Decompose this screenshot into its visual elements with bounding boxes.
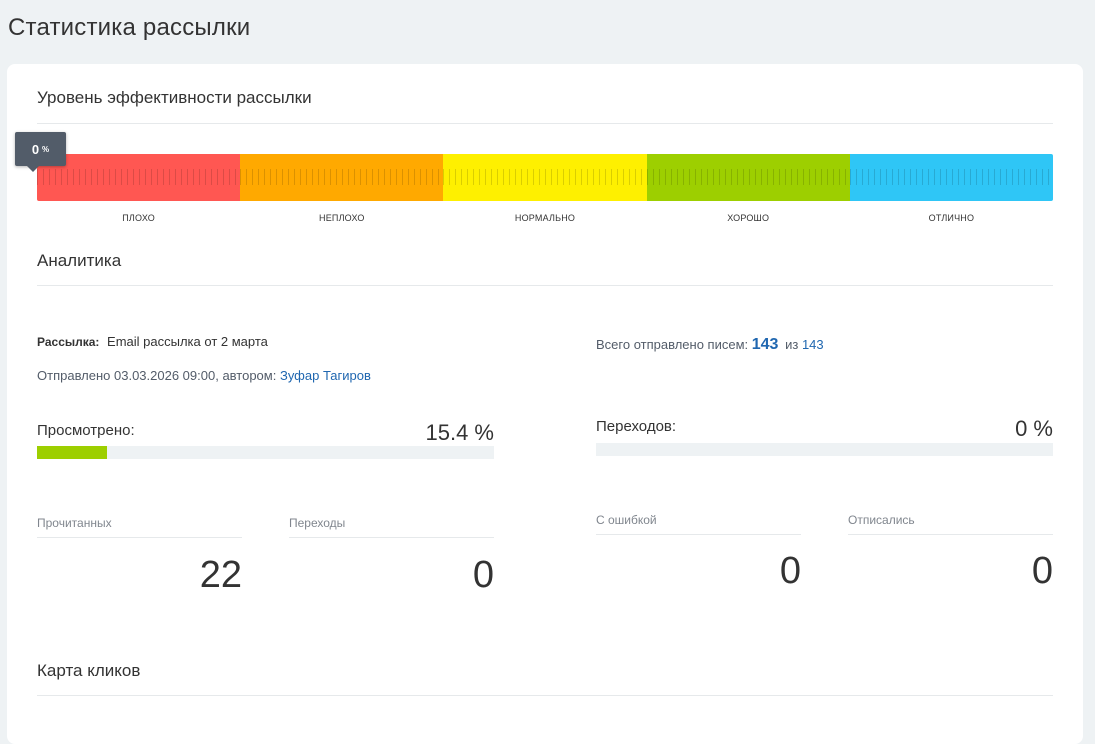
stat-value-errors: 0 [779, 550, 801, 592]
mailing-name: Email рассылка от 2 марта [107, 334, 268, 349]
viewed-progress-bar [37, 446, 494, 459]
clicks-label: Переходов: [596, 418, 677, 435]
divider [37, 285, 1053, 286]
clicks-value: 0 % [1015, 416, 1053, 441]
statistics-card: Уровень эффективности рассылки 0% ПЛОХО … [7, 64, 1083, 744]
sent-info: Отправлено 03.03.2026 09:00, автором: Зу… [37, 368, 371, 383]
analytics-section-title: Аналитика [37, 251, 122, 270]
scale-labels: ПЛОХО НЕПЛОХО НОРМАЛЬНО ХОРОШО ОТЛИЧНО [37, 213, 1053, 223]
scale-segment-not-bad [240, 154, 444, 201]
scale-segment-bad [37, 154, 241, 201]
divider [37, 695, 1053, 696]
author-link[interactable]: Зуфар Тагиров [280, 368, 371, 383]
stat-value-clicks: 0 [472, 554, 494, 596]
stat-label-unsubscribed: Отписались [848, 513, 1053, 535]
stat-label-errors: С ошибкой [596, 513, 801, 535]
click-map-section-title: Карта кликов [37, 661, 141, 680]
divider [37, 123, 1053, 124]
total-sent-info: Всего отправлено писем: 143 из 143 [596, 336, 824, 354]
page-title: Статистика рассылки [8, 14, 251, 41]
efficiency-scale [37, 154, 1053, 201]
total-sent-link[interactable]: 143 [752, 336, 779, 353]
total-of: из [785, 337, 799, 352]
scale-segment-good [646, 154, 850, 201]
viewed-progress-fill [37, 446, 108, 459]
stat-label-clicks: Переходы [289, 516, 494, 538]
total-all-link[interactable]: 143 [802, 337, 824, 352]
mailing-info: Рассылка: Email рассылка от 2 марта [37, 334, 268, 349]
efficiency-marker: 0% [15, 132, 66, 172]
stat-value-read: 22 [199, 554, 242, 596]
scale-label-excellent: ОТЛИЧНО [928, 213, 975, 223]
total-prefix: Всего отправлено писем: [596, 337, 749, 352]
mailing-label: Рассылка: [37, 335, 100, 349]
scale-segment-normal [443, 154, 647, 201]
viewed-value: 15.4 % [425, 420, 495, 445]
stat-value-unsubscribed: 0 [1031, 550, 1053, 592]
scale-segment-excellent [849, 154, 1053, 201]
marker-unit: % [42, 144, 50, 154]
sent-prefix: Отправлено 03.03.2026 09:00, автором: [37, 368, 277, 383]
clicks-progress-bar [596, 443, 1053, 456]
stat-label-read: Прочитанных [37, 516, 242, 538]
scale-label-normal: НОРМАЛЬНО [514, 213, 576, 223]
marker-value: 0 [31, 141, 40, 157]
scale-label-bad: ПЛОХО [122, 213, 155, 223]
scale-label-not-bad: НЕПЛОХО [319, 213, 365, 223]
scale-label-good: ХОРОШО [727, 213, 770, 223]
efficiency-section-title: Уровень эффективности рассылки [37, 88, 312, 107]
viewed-label: Просмотрено: [37, 422, 135, 439]
